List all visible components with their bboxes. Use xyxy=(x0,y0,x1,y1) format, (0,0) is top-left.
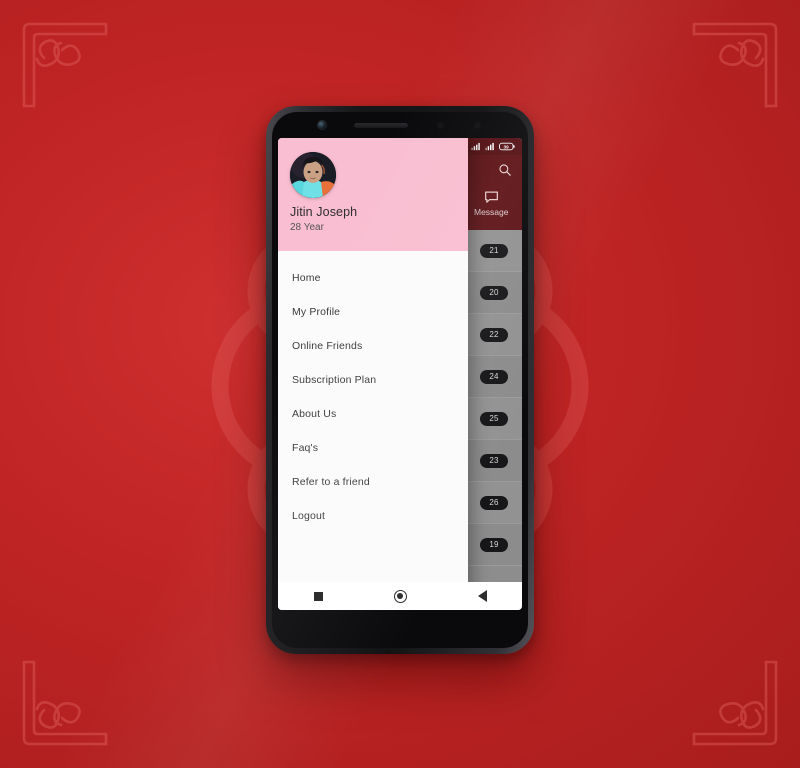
sidebar-item-label: My Profile xyxy=(292,306,341,318)
corner-ornament-bottom-left xyxy=(22,660,108,746)
back-triangle-icon[interactable] xyxy=(477,590,487,602)
sidebar-item-my-profile[interactable]: My Profile xyxy=(278,295,468,329)
poster-background: 1:18 PM 0.0KB/s xyxy=(0,0,800,768)
sidebar-item-label: Home xyxy=(292,272,321,284)
drawer-menu: Home My Profile Online Friends Subscript… xyxy=(278,251,468,610)
avatar[interactable] xyxy=(290,152,336,198)
sidebar-item-label: Refer to a friend xyxy=(292,476,370,488)
sidebar-item-logout[interactable]: Logout xyxy=(278,499,468,533)
corner-ornament-top-left xyxy=(22,22,108,108)
navigation-drawer: Jitin Joseph 28 Year Home My Profile Onl… xyxy=(278,138,468,610)
sidebar-item-subscription-plan[interactable]: Subscription Plan xyxy=(278,363,468,397)
recents-square-icon[interactable] xyxy=(313,591,323,601)
corner-ornament-bottom-right xyxy=(692,660,778,746)
sidebar-item-refer-to-a-friend[interactable]: Refer to a friend xyxy=(278,465,468,499)
phone-top-bezel xyxy=(272,112,528,138)
sidebar-item-about-us[interactable]: About Us xyxy=(278,397,468,431)
sidebar-item-online-friends[interactable]: Online Friends xyxy=(278,329,468,363)
sidebar-item-label: Subscription Plan xyxy=(292,374,377,386)
front-camera-icon xyxy=(318,121,326,129)
profile-name: Jitin Joseph xyxy=(290,205,358,219)
phone-mockup: 1:18 PM 0.0KB/s xyxy=(266,106,534,654)
home-circle-icon[interactable] xyxy=(393,589,407,603)
light-sensor-icon xyxy=(473,120,482,130)
phone-screen: 1:18 PM 0.0KB/s xyxy=(278,138,522,610)
corner-ornament-top-right xyxy=(692,22,778,108)
proximity-sensor-icon xyxy=(436,120,445,130)
sidebar-item-label: Logout xyxy=(292,510,326,522)
sidebar-item-home[interactable]: Home xyxy=(278,261,468,295)
sidebar-item-label: Faq's xyxy=(292,442,319,454)
sidebar-item-faqs[interactable]: Faq's xyxy=(278,431,468,465)
sidebar-item-label: Online Friends xyxy=(292,340,363,352)
profile-age: 28 Year xyxy=(290,222,324,233)
android-nav-bar xyxy=(278,582,522,610)
earpiece-speaker-icon xyxy=(354,122,408,128)
drawer-header: Jitin Joseph 28 Year xyxy=(278,138,468,251)
sidebar-item-label: About Us xyxy=(292,408,337,420)
